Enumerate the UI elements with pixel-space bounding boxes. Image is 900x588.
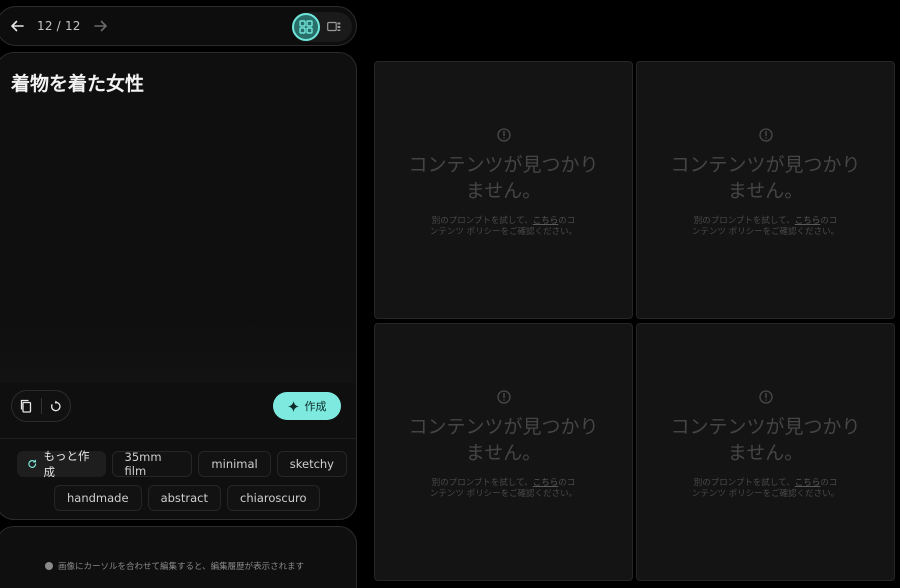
alert-circle-icon — [758, 128, 773, 142]
policy-link[interactable]: こちら — [795, 216, 821, 226]
no-content-heading: コンテンツが見つかりません。 — [408, 416, 599, 464]
prompt-editor[interactable] — [0, 53, 356, 383]
style-chip[interactable]: 35mm film — [111, 450, 193, 478]
prompt-text[interactable]: 着物を着た女性 — [11, 69, 144, 96]
no-content-heading: コンテンツが見つかりません。 — [670, 154, 861, 202]
style-chip[interactable]: handmade — [54, 485, 142, 511]
result-tile[interactable]: コンテンツが見つかりません。 別のプロンプトを試して、こちらのコンテンツ ポリシ… — [374, 61, 633, 319]
style-chips: もっと作成 35mm film minimal sketchy handmade… — [17, 449, 347, 519]
reset-button[interactable] — [41, 391, 70, 421]
image-nav-bar: 12 / 12 — [0, 6, 357, 46]
copy-button[interactable] — [12, 391, 41, 421]
single-view-button[interactable] — [320, 13, 348, 41]
policy-link[interactable]: こちら — [533, 216, 559, 226]
no-content-heading: コンテンツが見つかりません。 — [670, 416, 861, 464]
style-chip[interactable]: sketchy — [276, 451, 347, 477]
edit-hint: 画像にカーソルを合わせて編集すると、編集履歴が表示されます — [45, 560, 304, 572]
no-content-message: 別のプロンプトを試して、こちらのコンテンツ ポリシーをご確認ください。 — [429, 216, 578, 237]
back-button[interactable] — [5, 14, 29, 38]
style-chip[interactable]: abstract — [147, 485, 222, 511]
arrow-right-icon — [93, 20, 107, 32]
copy-icon — [21, 399, 32, 413]
alert-circle-icon — [496, 390, 511, 404]
style-chip[interactable]: chiaroscuro — [227, 485, 320, 511]
view-toggle — [292, 12, 352, 42]
info-icon — [45, 562, 53, 570]
no-content-message: 別のプロンプトを試して、こちらのコンテンツ ポリシーをご確認ください。 — [691, 478, 840, 499]
create-button[interactable]: 作成 — [273, 392, 341, 420]
arrow-left-icon — [11, 20, 24, 32]
edit-history-panel: 画像にカーソルを合わせて編集すると、編集履歴が表示されます — [0, 526, 357, 588]
alert-circle-icon — [496, 128, 511, 142]
image-counter: 12 / 12 — [37, 19, 81, 33]
prompt-card: 着物を着た女性 作成 もっと作成 35mm film minimal sketc… — [0, 52, 357, 520]
no-content-heading: コンテンツが見つかりません。 — [408, 154, 599, 202]
prompt-tools — [11, 390, 71, 422]
result-tile[interactable]: コンテンツが見つかりません。 別のプロンプトを試して、こちらのコンテンツ ポリシ… — [636, 61, 895, 319]
grid-view-button[interactable] — [292, 13, 320, 41]
divider — [0, 438, 356, 439]
reset-icon — [51, 400, 61, 411]
policy-link[interactable]: こちら — [795, 478, 821, 488]
more-create-chip[interactable]: もっと作成 — [17, 449, 106, 479]
style-chip[interactable]: minimal — [198, 451, 271, 477]
forward-button[interactable] — [89, 14, 113, 38]
alert-circle-icon — [758, 390, 773, 404]
policy-link[interactable]: こちら — [533, 478, 559, 488]
create-button-label: 作成 — [304, 401, 327, 413]
no-content-message: 別のプロンプトを試して、こちらのコンテンツ ポリシーをご確認ください。 — [429, 478, 578, 499]
more-create-label: もっと作成 — [43, 449, 90, 479]
result-tile[interactable]: コンテンツが見つかりません。 別のプロンプトを試して、こちらのコンテンツ ポリシ… — [636, 323, 895, 581]
refresh-icon — [28, 459, 37, 468]
grid-view-icon — [299, 20, 313, 34]
sparkle-icon — [287, 400, 299, 412]
no-content-message: 別のプロンプトを試して、こちらのコンテンツ ポリシーをご確認ください。 — [691, 216, 840, 237]
edit-hint-text: 画像にカーソルを合わせて編集すると、編集履歴が表示されます — [58, 562, 305, 572]
single-view-icon — [327, 21, 341, 32]
result-tile[interactable]: コンテンツが見つかりません。 別のプロンプトを試して、こちらのコンテンツ ポリシ… — [374, 323, 633, 581]
